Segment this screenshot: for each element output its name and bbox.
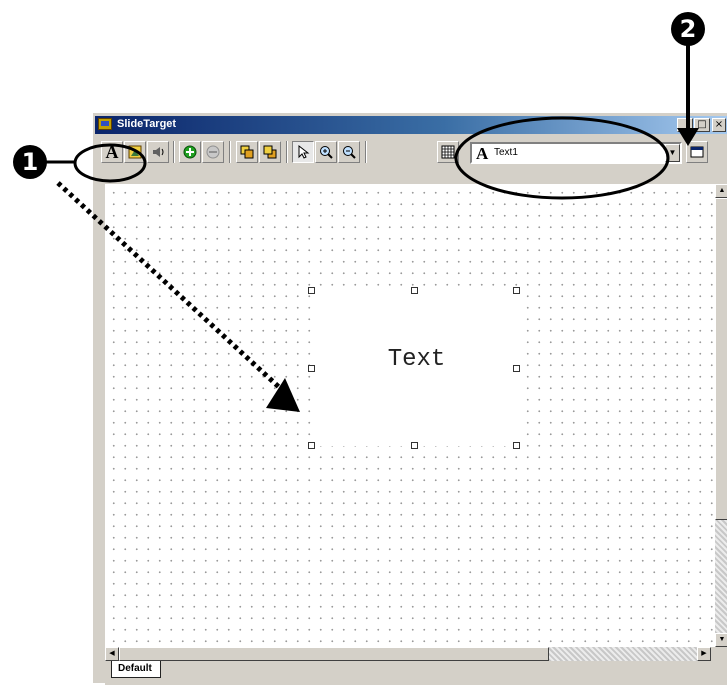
callout-badge-2: 2 — [671, 12, 705, 46]
dotted-arrow-line — [56, 181, 283, 391]
annotation-overlay — [45, 45, 699, 412]
callout-ellipse-1 — [73, 143, 147, 183]
arrow-head-1 — [266, 378, 300, 412]
callout-ellipse-2 — [454, 116, 670, 200]
callout-badge-1: 1 — [13, 145, 47, 179]
arrow-head-2 — [677, 128, 699, 146]
